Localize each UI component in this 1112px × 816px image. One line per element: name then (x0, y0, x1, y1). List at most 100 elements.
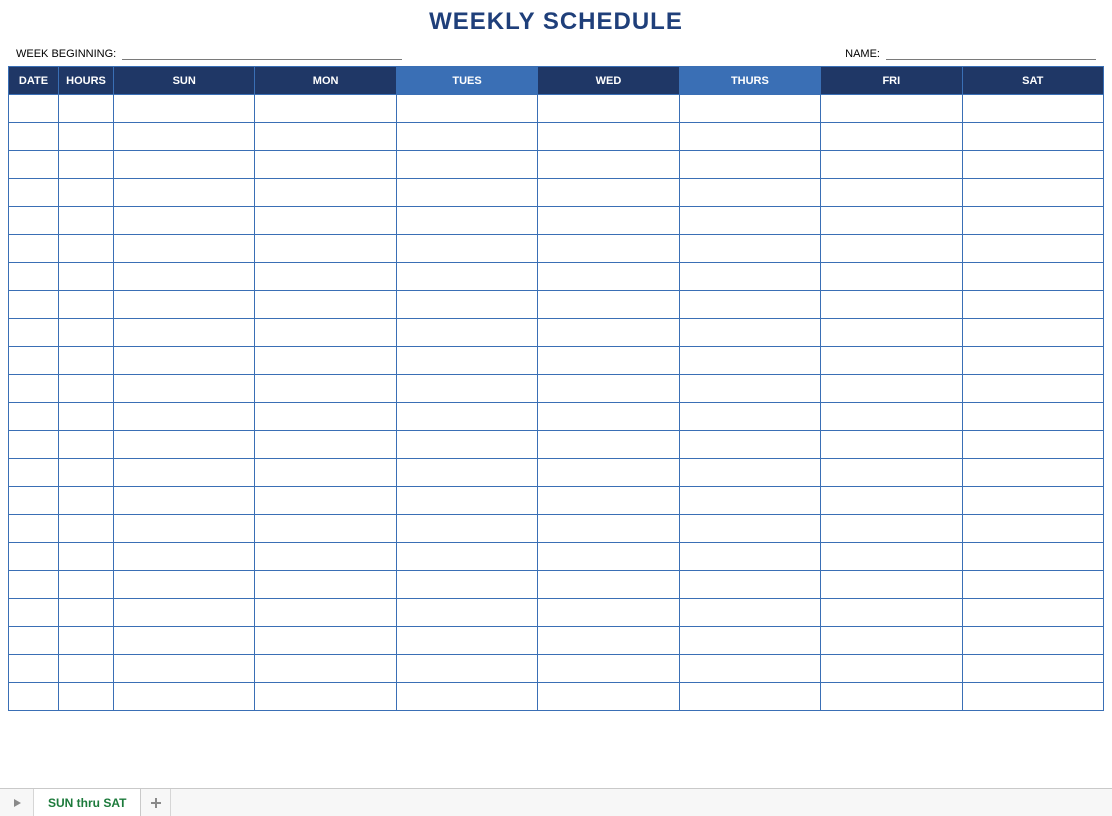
table-cell[interactable] (114, 683, 255, 711)
table-cell[interactable] (396, 95, 537, 123)
table-cell[interactable] (962, 571, 1103, 599)
table-cell[interactable] (538, 599, 679, 627)
table-cell[interactable] (538, 263, 679, 291)
table-cell[interactable] (255, 403, 396, 431)
table-cell[interactable] (396, 655, 537, 683)
table-cell[interactable] (396, 459, 537, 487)
table-cell[interactable] (821, 151, 962, 179)
table-cell[interactable] (114, 207, 255, 235)
table-cell[interactable] (962, 375, 1103, 403)
table-cell[interactable] (255, 95, 396, 123)
table-cell[interactable] (114, 655, 255, 683)
table-cell[interactable] (114, 235, 255, 263)
table-cell[interactable] (821, 375, 962, 403)
table-cell[interactable] (396, 627, 537, 655)
table-cell[interactable] (9, 571, 59, 599)
table-cell[interactable] (59, 655, 114, 683)
table-cell[interactable] (114, 95, 255, 123)
table-cell[interactable] (679, 431, 820, 459)
table-cell[interactable] (962, 487, 1103, 515)
table-cell[interactable] (396, 207, 537, 235)
table-cell[interactable] (396, 123, 537, 151)
table-cell[interactable] (538, 515, 679, 543)
table-cell[interactable] (962, 319, 1103, 347)
table-cell[interactable] (962, 403, 1103, 431)
table-cell[interactable] (679, 235, 820, 263)
week-beginning-input[interactable] (122, 46, 402, 60)
table-cell[interactable] (114, 487, 255, 515)
table-cell[interactable] (9, 179, 59, 207)
table-cell[interactable] (396, 263, 537, 291)
table-cell[interactable] (679, 459, 820, 487)
table-cell[interactable] (114, 515, 255, 543)
table-cell[interactable] (962, 655, 1103, 683)
table-cell[interactable] (396, 683, 537, 711)
table-cell[interactable] (9, 123, 59, 151)
table-cell[interactable] (679, 543, 820, 571)
table-cell[interactable] (255, 543, 396, 571)
table-cell[interactable] (962, 235, 1103, 263)
table-cell[interactable] (255, 207, 396, 235)
table-cell[interactable] (962, 431, 1103, 459)
table-cell[interactable] (114, 179, 255, 207)
table-cell[interactable] (396, 235, 537, 263)
table-cell[interactable] (255, 123, 396, 151)
table-cell[interactable] (538, 151, 679, 179)
table-cell[interactable] (59, 431, 114, 459)
table-cell[interactable] (255, 459, 396, 487)
table-cell[interactable] (255, 319, 396, 347)
table-cell[interactable] (255, 347, 396, 375)
table-cell[interactable] (821, 683, 962, 711)
table-cell[interactable] (396, 599, 537, 627)
table-cell[interactable] (114, 347, 255, 375)
table-cell[interactable] (9, 207, 59, 235)
table-cell[interactable] (821, 599, 962, 627)
table-cell[interactable] (821, 571, 962, 599)
table-cell[interactable] (9, 431, 59, 459)
table-cell[interactable] (9, 403, 59, 431)
table-cell[interactable] (114, 627, 255, 655)
table-cell[interactable] (962, 543, 1103, 571)
table-cell[interactable] (9, 235, 59, 263)
table-cell[interactable] (59, 487, 114, 515)
table-cell[interactable] (538, 375, 679, 403)
table-cell[interactable] (396, 291, 537, 319)
table-cell[interactable] (538, 431, 679, 459)
table-cell[interactable] (114, 543, 255, 571)
table-cell[interactable] (59, 543, 114, 571)
table-cell[interactable] (59, 151, 114, 179)
table-cell[interactable] (59, 123, 114, 151)
table-cell[interactable] (396, 487, 537, 515)
table-cell[interactable] (679, 347, 820, 375)
table-cell[interactable] (962, 459, 1103, 487)
table-cell[interactable] (255, 515, 396, 543)
table-cell[interactable] (59, 347, 114, 375)
table-cell[interactable] (538, 571, 679, 599)
table-cell[interactable] (538, 487, 679, 515)
table-cell[interactable] (679, 571, 820, 599)
table-cell[interactable] (9, 599, 59, 627)
table-cell[interactable] (962, 291, 1103, 319)
table-cell[interactable] (396, 515, 537, 543)
table-cell[interactable] (821, 263, 962, 291)
table-cell[interactable] (962, 347, 1103, 375)
table-cell[interactable] (114, 263, 255, 291)
table-cell[interactable] (59, 291, 114, 319)
table-cell[interactable] (9, 319, 59, 347)
table-cell[interactable] (255, 431, 396, 459)
table-cell[interactable] (679, 95, 820, 123)
table-cell[interactable] (255, 599, 396, 627)
table-cell[interactable] (538, 347, 679, 375)
table-cell[interactable] (396, 571, 537, 599)
table-cell[interactable] (59, 403, 114, 431)
table-cell[interactable] (962, 151, 1103, 179)
table-cell[interactable] (9, 515, 59, 543)
table-cell[interactable] (821, 487, 962, 515)
table-cell[interactable] (821, 403, 962, 431)
table-cell[interactable] (821, 95, 962, 123)
table-cell[interactable] (114, 375, 255, 403)
table-cell[interactable] (59, 515, 114, 543)
table-cell[interactable] (255, 151, 396, 179)
table-cell[interactable] (396, 151, 537, 179)
add-sheet-button[interactable] (141, 789, 171, 816)
